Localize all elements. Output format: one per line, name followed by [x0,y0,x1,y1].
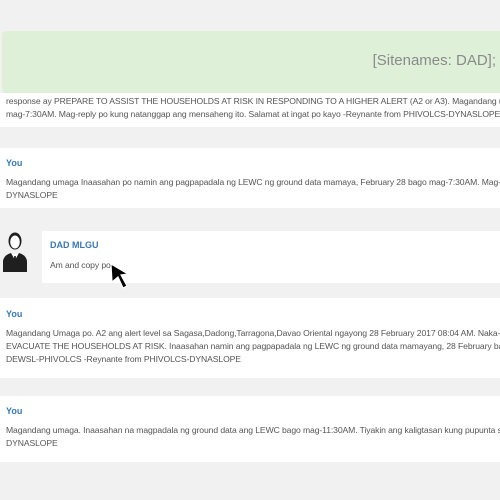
mouse-pointer-icon [110,262,130,289]
message-sender: You [6,309,23,319]
message-text: Magandang Umaga po. A2 ang alert level s… [6,328,500,364]
site-names-label: [Sitenames: DAD]; [372,52,496,69]
message-text: Magandang umaga. Inaasahan na magpadala … [6,425,500,448]
message-sender: You [6,406,23,416]
message-card: You Magandang umaga. Inaasahan na magpad… [0,396,500,462]
message-text: response ay PREPARE TO ASSIST THE HOUSEH… [6,96,500,119]
message-card: You Magandang Umaga po. A2 ang alert lev… [0,298,500,378]
message-sender: You [6,158,23,168]
message-card: response ay PREPARE TO ASSIST THE HOUSEH… [0,93,500,127]
message-card: You Magandang umaga Inaasahan po namin a… [0,148,500,208]
message-sender: DAD MLGU [50,240,99,250]
user-avatar-icon [3,232,27,272]
message-text: Magandang umaga Inaasahan po namin ang p… [6,177,500,200]
site-names-banner: [Sitenames: DAD]; [2,31,500,93]
